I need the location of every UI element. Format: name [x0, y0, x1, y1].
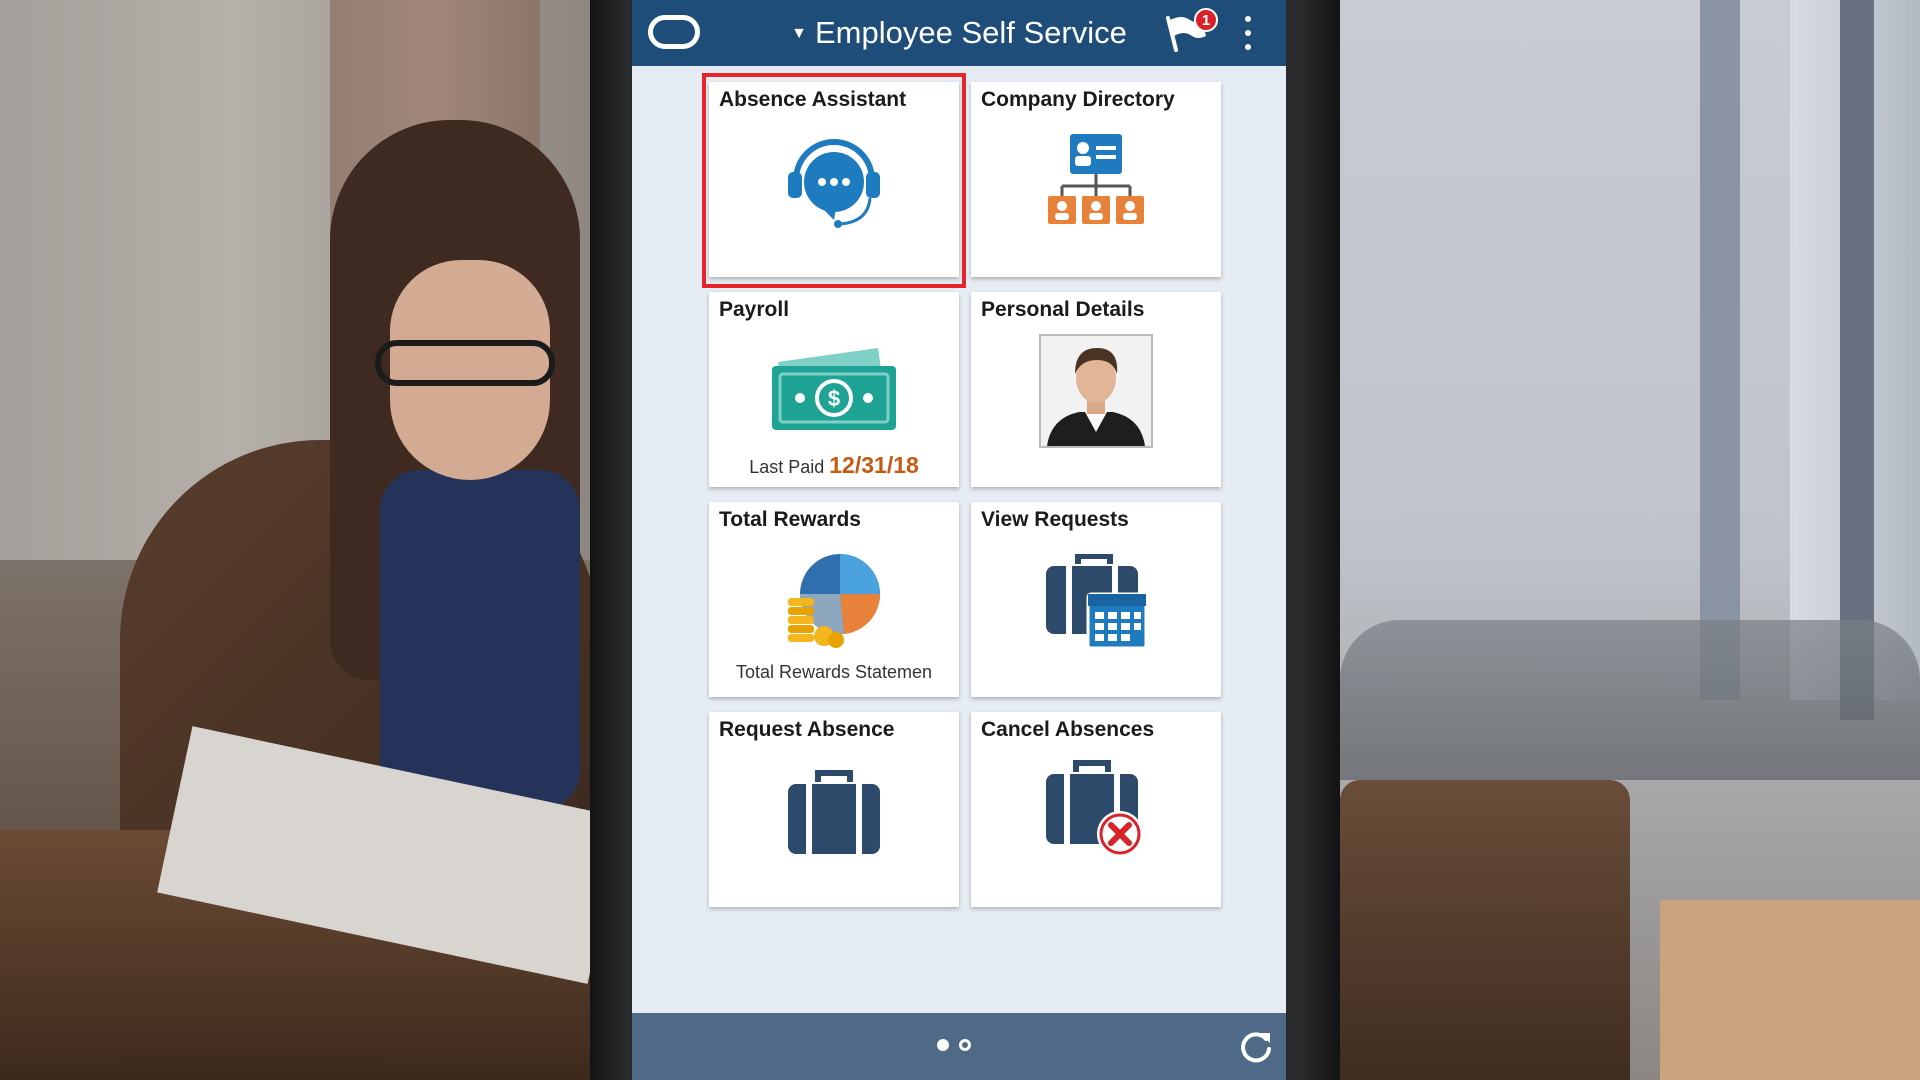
page-dot-1[interactable]	[937, 1039, 949, 1051]
page-title: Employee Self Service	[814, 15, 1127, 50]
tile-total-rewards[interactable]: Total Rewards Total Rewards Statemen	[709, 502, 959, 697]
footer-bar	[632, 1013, 1286, 1080]
money-icon: $	[772, 348, 896, 430]
tile-company-directory[interactable]: Company Directory	[971, 82, 1221, 277]
tile-title: Personal Details	[981, 298, 1145, 321]
tile-title: Request Absence	[719, 718, 895, 741]
actions-menu-button[interactable]	[1240, 12, 1256, 54]
background-photo-left	[0, 0, 590, 1080]
briefcase-cancel-icon	[1046, 760, 1143, 857]
headset-chat-icon	[788, 139, 880, 228]
svg-text:$: $	[828, 386, 840, 411]
dot-icon	[1245, 30, 1251, 36]
tile-request-absence[interactable]: Request Absence	[709, 712, 959, 907]
background-person-scarf	[380, 470, 580, 810]
dot-icon	[1245, 16, 1251, 22]
tile-title: Payroll	[719, 298, 790, 321]
background-chair	[1340, 780, 1630, 1080]
last-paid-label: Last Paid	[749, 457, 825, 477]
briefcase-calendar-icon	[1046, 554, 1148, 650]
briefcase-icon	[788, 770, 880, 854]
background-photo-right	[1340, 0, 1920, 1080]
header-bar: ▼ Employee Self Service 1	[632, 0, 1286, 66]
background-window-frame	[1840, 0, 1874, 720]
pie-chart-coins-icon	[788, 554, 881, 648]
tile-cancel-absences[interactable]: Cancel Absences	[971, 712, 1221, 907]
background-people	[1340, 620, 1920, 780]
refresh-icon[interactable]	[1238, 1029, 1274, 1065]
tile-view-requests[interactable]: View Requests	[971, 502, 1221, 697]
page-indicator	[937, 1039, 971, 1051]
tile-title: Company Directory	[981, 88, 1175, 111]
phone-device: ▼ Employee Self Service 1 Absence Assist…	[590, 0, 1340, 1080]
phone-screen: ▼ Employee Self Service 1 Absence Assist…	[632, 0, 1286, 1080]
background-window-frame	[1700, 0, 1740, 700]
dot-icon	[1245, 44, 1251, 50]
tile-title: Absence Assistant	[719, 88, 907, 111]
tile-absence-assistant[interactable]: Absence Assistant	[702, 73, 966, 288]
tile-title: Cancel Absences	[981, 718, 1155, 741]
total-rewards-statement-label: Total Rewards Statemen	[735, 662, 933, 682]
org-chart-icon	[1048, 134, 1144, 224]
tile-title: View Requests	[981, 508, 1129, 531]
page-dot-2[interactable]	[959, 1039, 971, 1051]
tile-payroll[interactable]: Payroll $ Last Paid 12/31/18	[709, 292, 959, 487]
profile-photo-icon	[1039, 334, 1153, 448]
tile-title: Total Rewards	[719, 508, 861, 531]
caret-down-icon: ▼	[791, 25, 807, 42]
tile-personal-details[interactable]: Personal Details	[971, 292, 1221, 487]
last-paid-date: 12/31/18	[829, 452, 919, 478]
notification-badge: 1	[1194, 8, 1218, 32]
background-table	[1660, 900, 1920, 1080]
payroll-last-paid: Last Paid 12/31/18	[709, 452, 959, 479]
background-person-glasses	[375, 340, 555, 386]
